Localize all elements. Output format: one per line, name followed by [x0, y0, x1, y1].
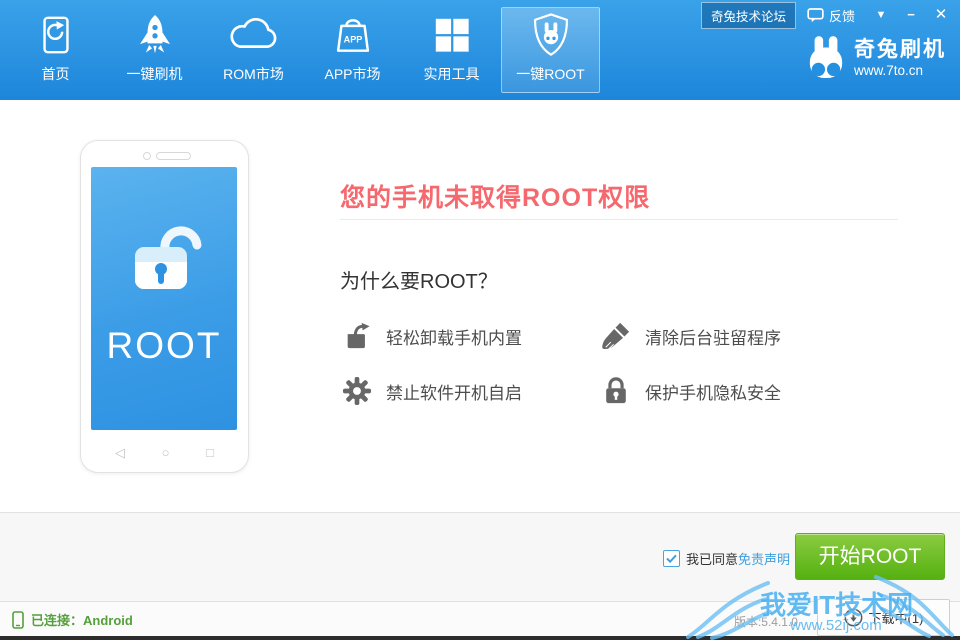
checkbox-check-icon	[666, 554, 677, 563]
action-bar: 我已同意 免责声明 开始ROOT	[0, 512, 960, 601]
shopping-bag-icon: APP	[334, 8, 372, 61]
feature-label: 禁止软件开机自启	[386, 379, 522, 404]
close-button[interactable]: ✕	[926, 3, 956, 27]
rocket-icon	[135, 8, 175, 61]
feature-label: 清除后台驻留程序	[645, 324, 781, 349]
version-label: 版本:5.4.1.0	[734, 613, 798, 630]
window-controls: 奇兔技术论坛 反馈 ▼ − ✕	[701, 3, 956, 27]
android-recent-icon: □	[206, 443, 214, 463]
phone-root-text: ROOT	[91, 325, 237, 367]
brand-logo: 奇兔刷机 www.7to.cn	[807, 36, 946, 80]
tab-tools[interactable]: 实用工具	[402, 7, 501, 93]
feature-uninstall: 轻松卸载手机内置	[343, 322, 522, 350]
speech-bubble-icon	[807, 8, 824, 23]
brand-url: www.7to.cn	[854, 62, 946, 79]
tab-flash[interactable]: 一键刷机	[105, 7, 204, 93]
cloud-icon	[228, 8, 280, 61]
tools-grid-icon	[434, 8, 470, 61]
feature-clean: 清除后台驻留程序	[602, 322, 781, 350]
minimize-button[interactable]: −	[896, 3, 926, 27]
app-bag-text: APP	[343, 34, 362, 44]
feedback-label: 反馈	[829, 6, 855, 25]
clean-brush-icon	[602, 322, 630, 350]
tab-flash-label: 一键刷机	[127, 64, 183, 84]
download-label: 下载中(1)	[869, 608, 924, 627]
forum-badge-button[interactable]: 奇兔技术论坛	[701, 2, 796, 29]
brand-name: 奇兔刷机	[854, 38, 946, 62]
shield-rabbit-icon	[530, 8, 572, 61]
tab-app-market-label: APP市场	[324, 64, 380, 84]
android-back-icon: ◁	[115, 443, 125, 463]
tab-rom-market-label: ROM市场	[223, 64, 284, 84]
disclaimer-link[interactable]: 免责声明	[738, 549, 790, 568]
open-padlock-icon	[119, 217, 209, 295]
agree-label: 我已同意	[686, 549, 738, 568]
phone-nav-bar: ◁ ○ □	[81, 443, 248, 463]
home-phone-refresh-icon	[38, 8, 74, 61]
main-content: ROOT ◁ ○ □ 您的手机未取得ROOT权限 为什么要ROOT？ 轻松卸载手…	[0, 100, 960, 512]
tab-root-label: 一键ROOT	[516, 64, 584, 84]
tab-rom-market[interactable]: ROM市场	[204, 7, 303, 93]
download-circle-icon	[844, 608, 863, 627]
feedback-button[interactable]: 反馈	[796, 6, 866, 25]
app-window: 奇兔技术论坛 反馈 ▼ − ✕	[0, 0, 960, 640]
connection-label: 已连接：Android	[31, 610, 133, 629]
connected-phone-icon	[12, 611, 24, 629]
feature-label: 轻松卸载手机内置	[386, 324, 522, 349]
connection-status: 已连接：Android	[12, 610, 133, 629]
lock-icon	[602, 377, 630, 405]
uninstall-icon	[343, 322, 371, 350]
phone-illustration: ROOT ◁ ○ □	[80, 140, 249, 473]
tab-tools-label: 实用工具	[424, 64, 480, 84]
window-bottom-edge	[0, 636, 960, 640]
rabbit-logo-icon	[807, 36, 845, 80]
top-header: 奇兔技术论坛 反馈 ▼ − ✕	[0, 0, 960, 100]
main-nav: 首页 一键刷机	[6, 7, 600, 93]
title-divider	[340, 219, 898, 220]
feature-label: 保护手机隐私安全	[645, 379, 781, 404]
status-bar: 已连接：Android 版本:5.4.1.0 下载中(1)	[0, 601, 960, 636]
feature-autostart: 禁止软件开机自启	[343, 377, 522, 405]
page-title: 您的手机未取得ROOT权限	[340, 178, 650, 214]
feature-privacy: 保护手机隐私安全	[602, 377, 781, 405]
download-manager-button[interactable]: 下载中(1)	[817, 599, 950, 636]
phone-speaker	[156, 152, 191, 160]
phone-camera-dot	[143, 152, 151, 160]
agree-checkbox[interactable]	[663, 550, 680, 567]
agree-row: 我已同意 免责声明	[663, 549, 790, 568]
why-root-heading: 为什么要ROOT？	[340, 265, 498, 294]
tab-root[interactable]: 一键ROOT	[501, 7, 600, 93]
tab-home-label: 首页	[42, 64, 70, 84]
android-home-icon: ○	[162, 443, 170, 463]
dropdown-menu-button[interactable]: ▼	[866, 3, 896, 27]
start-root-button[interactable]: 开始ROOT	[795, 533, 945, 580]
tab-app-market[interactable]: APP APP市场	[303, 7, 402, 93]
phone-screen: ROOT	[91, 167, 237, 430]
gear-icon	[343, 377, 371, 405]
tab-home[interactable]: 首页	[6, 7, 105, 93]
